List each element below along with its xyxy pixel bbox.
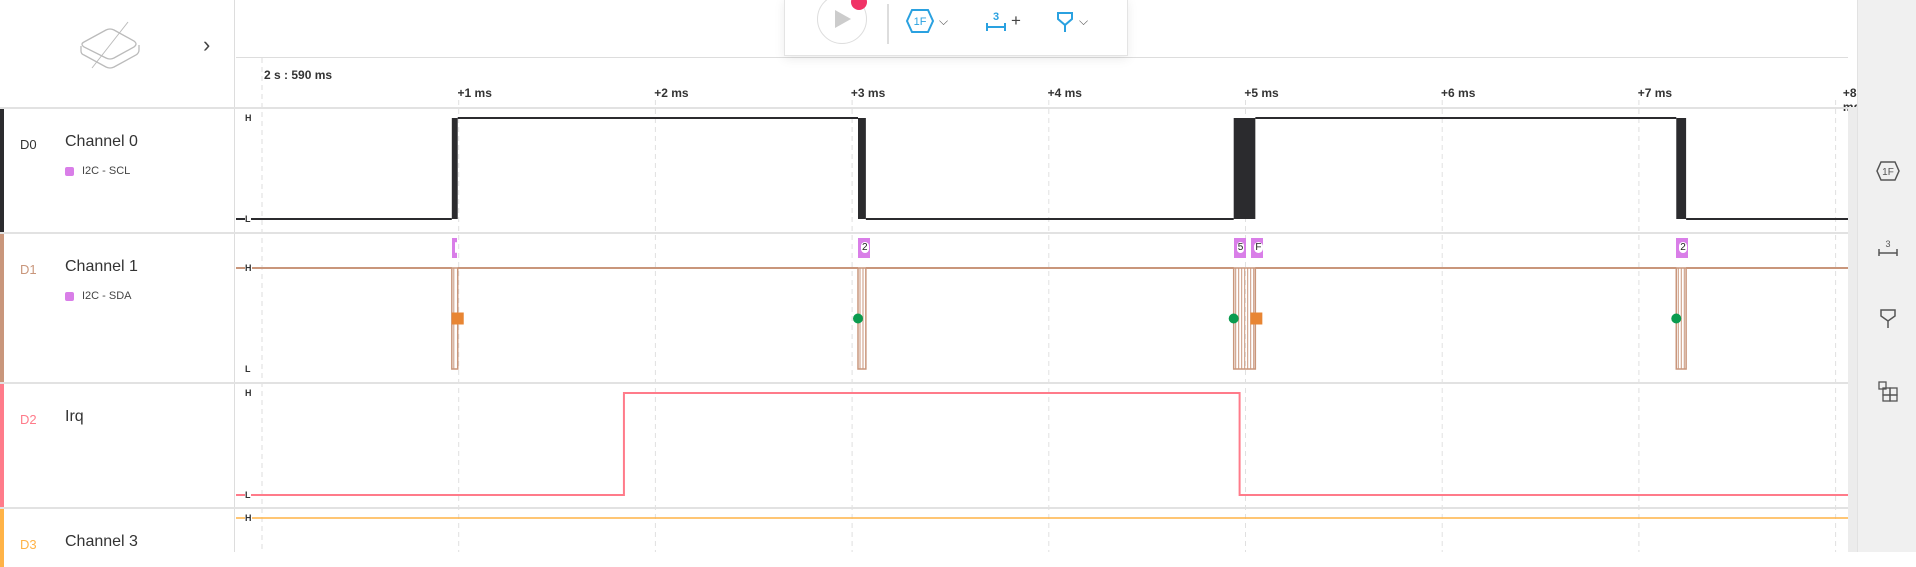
- trigger-icon: [1880, 309, 1896, 328]
- analyzers-panel-button[interactable]: 1F: [1875, 158, 1901, 184]
- high-level-label: H: [245, 388, 252, 398]
- svg-text:3: 3: [1885, 239, 1890, 249]
- channel-name[interactable]: Channel 3: [65, 533, 138, 551]
- low-level-label: L: [245, 490, 251, 500]
- channel-name[interactable]: Channel 0: [65, 133, 138, 151]
- channel-row-d1: D1 Channel 1 I2C - SDA H L: [0, 232, 1848, 382]
- channel-header[interactable]: D3 Channel 3: [0, 509, 235, 567]
- channel-color-bar: [0, 109, 4, 232]
- trigger-panel-button[interactable]: [1875, 305, 1901, 331]
- channel-row-d2: D2 Irq H L: [0, 382, 1848, 507]
- channel-color-bar: [0, 509, 4, 567]
- channel-row-d3: D3 Channel 3 H: [0, 507, 1848, 567]
- analyzer-hexagon-icon: 1F: [1876, 161, 1900, 181]
- analyzer-label: I2C - SDA: [82, 290, 132, 302]
- low-level-label: L: [245, 214, 251, 224]
- high-level-label: H: [245, 263, 252, 273]
- extensions-grid-icon: [1878, 381, 1898, 402]
- analyzer-tag[interactable]: I2C - SCL: [65, 165, 130, 177]
- channel-header[interactable]: D1 Channel 1 I2C - SDA: [0, 234, 235, 382]
- vertical-scrollbar[interactable]: [1848, 107, 1857, 552]
- analyzer-label: I2C - SCL: [82, 165, 131, 177]
- analyzer-color-swatch: [65, 166, 74, 176]
- channel-id: D0: [20, 137, 37, 152]
- channel-id: D1: [20, 262, 37, 277]
- high-level-label: H: [245, 113, 252, 123]
- measurements-panel-button[interactable]: 3: [1875, 235, 1901, 261]
- right-sidebar: 1F 3: [1857, 0, 1916, 552]
- svg-text:1F: 1F: [1882, 167, 1894, 178]
- analyzer-tag[interactable]: I2C - SDA: [65, 290, 132, 302]
- channel-header[interactable]: D2 Irq: [0, 384, 235, 507]
- channel-id: D3: [20, 537, 37, 552]
- channel-color-bar: [0, 234, 4, 382]
- channel-header[interactable]: D0 Channel 0 I2C - SCL: [0, 109, 235, 232]
- extensions-panel-button[interactable]: [1875, 378, 1901, 404]
- measure-icon: 3: [1878, 239, 1898, 256]
- channel-name[interactable]: Irq: [65, 408, 84, 426]
- channel-name[interactable]: Channel 1: [65, 258, 138, 276]
- channel-id: D2: [20, 412, 37, 427]
- high-level-label: H: [245, 513, 252, 523]
- analyzer-color-swatch: [65, 291, 74, 301]
- low-level-label: L: [245, 364, 251, 374]
- channel-color-bar: [0, 384, 4, 507]
- channel-row-d0: D0 Channel 0 I2C - SCL H L: [0, 107, 1848, 232]
